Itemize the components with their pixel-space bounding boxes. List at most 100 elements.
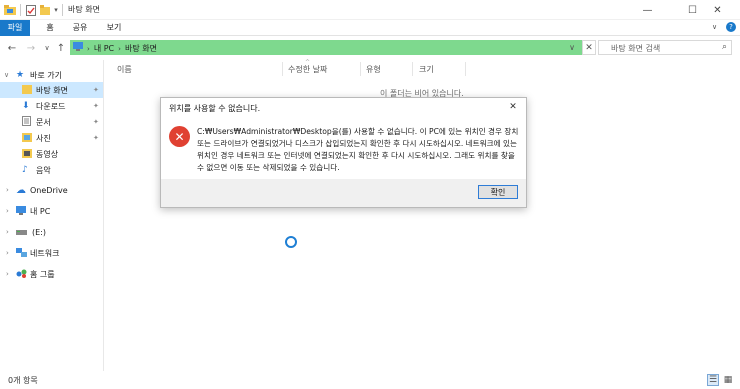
column-headers: ^ 이름 수정한 날짜 유형 크기 [110, 59, 740, 76]
customize-toolbar-icon[interactable]: ▾ [52, 3, 60, 17]
nav-drive-e[interactable]: › (E:) [0, 224, 103, 240]
chevron-right-icon[interactable]: › [6, 270, 14, 278]
window-title: 바탕 화면 [68, 5, 100, 14]
nav-item-label: 문서 [36, 117, 51, 127]
star-icon: ★ [16, 70, 25, 80]
nav-item-label: 동영상 [36, 149, 59, 159]
pictures-folder-icon [22, 132, 32, 144]
recent-locations-icon[interactable]: ∨ [40, 41, 54, 55]
status-bar: 0개 항목 ☰ ▦ [0, 371, 740, 389]
nav-homegroup-label: 홈 그룹 [30, 269, 55, 279]
dialog-title: 위치를 사용할 수 없습니다. [169, 104, 261, 113]
close-window-button[interactable]: ✕ [695, 0, 740, 20]
address-bar[interactable]: › 내 PC › 바탕 화면 [70, 40, 596, 55]
large-icons-view-icon[interactable]: ▦ [722, 374, 734, 386]
separator [62, 4, 63, 16]
chevron-right-icon[interactable]: › [6, 186, 14, 194]
nav-onedrive-label: OneDrive [30, 185, 68, 195]
breadcrumb-separator-icon: › [118, 44, 121, 53]
separator [20, 4, 21, 16]
nav-item-label: 다운로드 [36, 101, 66, 111]
search-icon[interactable]: ⌕ [722, 42, 727, 52]
nav-homegroup[interactable]: › 홈 그룹 [0, 266, 103, 282]
help-icon[interactable]: ? [726, 22, 736, 32]
nav-item-documents[interactable]: 문서 ✦ [0, 114, 103, 130]
pin-icon[interactable]: ✦ [93, 102, 99, 110]
nav-onedrive[interactable]: › ☁ OneDrive [0, 182, 103, 198]
column-divider[interactable] [282, 62, 283, 76]
title-bar: ▾ 바탕 화면 — ☐ ✕ [0, 0, 740, 20]
tab-share[interactable]: 공유 [66, 20, 94, 36]
up-arrow-icon[interactable]: ↑ [54, 41, 68, 55]
expand-ribbon-icon[interactable]: ∨ [712, 23, 717, 31]
column-name[interactable]: 이름 [117, 64, 132, 75]
network-icon [16, 247, 27, 259]
column-divider[interactable] [465, 62, 466, 76]
error-icon: ✕ [169, 126, 190, 147]
breadcrumb-desktop[interactable]: 바탕 화면 [125, 43, 157, 55]
nav-item-label: 바탕 화면 [36, 85, 68, 95]
folder-icon [4, 3, 16, 17]
tab-view[interactable]: 보기 [100, 20, 128, 36]
ribbon-tabs: 파일 홈 공유 보기 ∨ ? [0, 20, 740, 36]
pin-icon[interactable]: ✦ [93, 86, 99, 94]
nav-item-label: 사진 [36, 133, 51, 143]
search-input[interactable]: 바탕 화면 검색 [611, 43, 660, 54]
error-dialog: 위치를 사용할 수 없습니다. ✕ ✕ C:₩Users₩Administrat… [160, 97, 527, 208]
column-date-modified[interactable]: 수정한 날짜 [288, 64, 327, 75]
column-size[interactable]: 크기 [419, 64, 434, 75]
nav-item-videos[interactable]: 동영상 [0, 146, 103, 162]
close-icon[interactable]: ✕ [506, 100, 520, 114]
dialog-footer: 확인 [161, 179, 526, 207]
breadcrumb-separator-icon: › [87, 44, 90, 53]
navigation-pane: ∨ ★ 바로 가기 바탕 화면 ✦ ⬇ 다운로드 ✦ 문서 ✦ 사진 ✦ 동영상… [0, 60, 104, 371]
ok-button[interactable]: 확인 [478, 185, 518, 199]
breadcrumb-this-pc[interactable]: 내 PC [94, 43, 114, 55]
dialog-message: C:₩Users₩Administrator₩Desktop을(를) 사용할 수… [197, 127, 519, 172]
nav-this-pc-label: 내 PC [30, 206, 51, 216]
nav-quick-access[interactable]: ∨ ★ 바로 가기 [0, 67, 103, 83]
drive-icon [16, 228, 27, 237]
nav-this-pc[interactable]: › 내 PC [0, 203, 103, 219]
loading-spinner-icon [285, 236, 297, 248]
pc-icon [16, 205, 26, 217]
download-folder-icon: ⬇ [22, 101, 30, 111]
new-folder-icon[interactable] [39, 3, 51, 17]
column-divider[interactable] [360, 62, 361, 76]
column-divider[interactable] [412, 62, 413, 76]
minimize-button[interactable]: — [625, 0, 670, 20]
nav-item-downloads[interactable]: ⬇ 다운로드 ✦ [0, 98, 103, 114]
column-type[interactable]: 유형 [366, 64, 381, 75]
nav-network[interactable]: › 네트워크 [0, 245, 103, 261]
chevron-down-icon[interactable]: ∨ [4, 71, 12, 79]
chevron-right-icon[interactable]: › [6, 207, 14, 215]
properties-icon[interactable] [25, 3, 37, 17]
close-icon[interactable]: ✕ [582, 40, 596, 55]
chevron-down-icon[interactable]: ∨ [566, 40, 578, 55]
nav-item-desktop[interactable]: 바탕 화면 ✦ [0, 82, 103, 98]
cloud-icon: ☁ [16, 184, 26, 196]
chevron-right-icon[interactable]: › [6, 249, 14, 257]
item-count: 0개 항목 [8, 376, 38, 385]
nav-quick-access-label: 바로 가기 [30, 70, 62, 80]
tab-home[interactable]: 홈 [38, 20, 62, 36]
details-view-icon[interactable]: ☰ [707, 374, 719, 386]
nav-network-label: 네트워크 [30, 248, 60, 258]
chevron-right-icon[interactable]: › [6, 228, 14, 236]
homegroup-icon [16, 269, 27, 280]
desktop-folder-icon [22, 84, 32, 96]
nav-item-label: 음악 [36, 165, 51, 175]
tab-file[interactable]: 파일 [0, 20, 30, 36]
navigation-bar: ← → ∨ ↑ › 내 PC › 바탕 화면 ∨ ✕ 바탕 화면 검색 ⌕ [0, 37, 740, 59]
pc-icon [73, 42, 83, 55]
nav-item-music[interactable]: ♪ 음악 [0, 162, 103, 178]
nav-drive-label: (E:) [32, 227, 46, 237]
pin-icon[interactable]: ✦ [93, 118, 99, 126]
forward-arrow-icon[interactable]: → [24, 41, 38, 55]
pin-icon[interactable]: ✦ [93, 134, 99, 142]
documents-folder-icon [22, 116, 31, 128]
nav-item-pictures[interactable]: 사진 ✦ [0, 130, 103, 146]
search-box[interactable]: 바탕 화면 검색 ⌕ [598, 40, 732, 55]
back-arrow-icon[interactable]: ← [5, 41, 19, 55]
videos-folder-icon [22, 148, 32, 160]
